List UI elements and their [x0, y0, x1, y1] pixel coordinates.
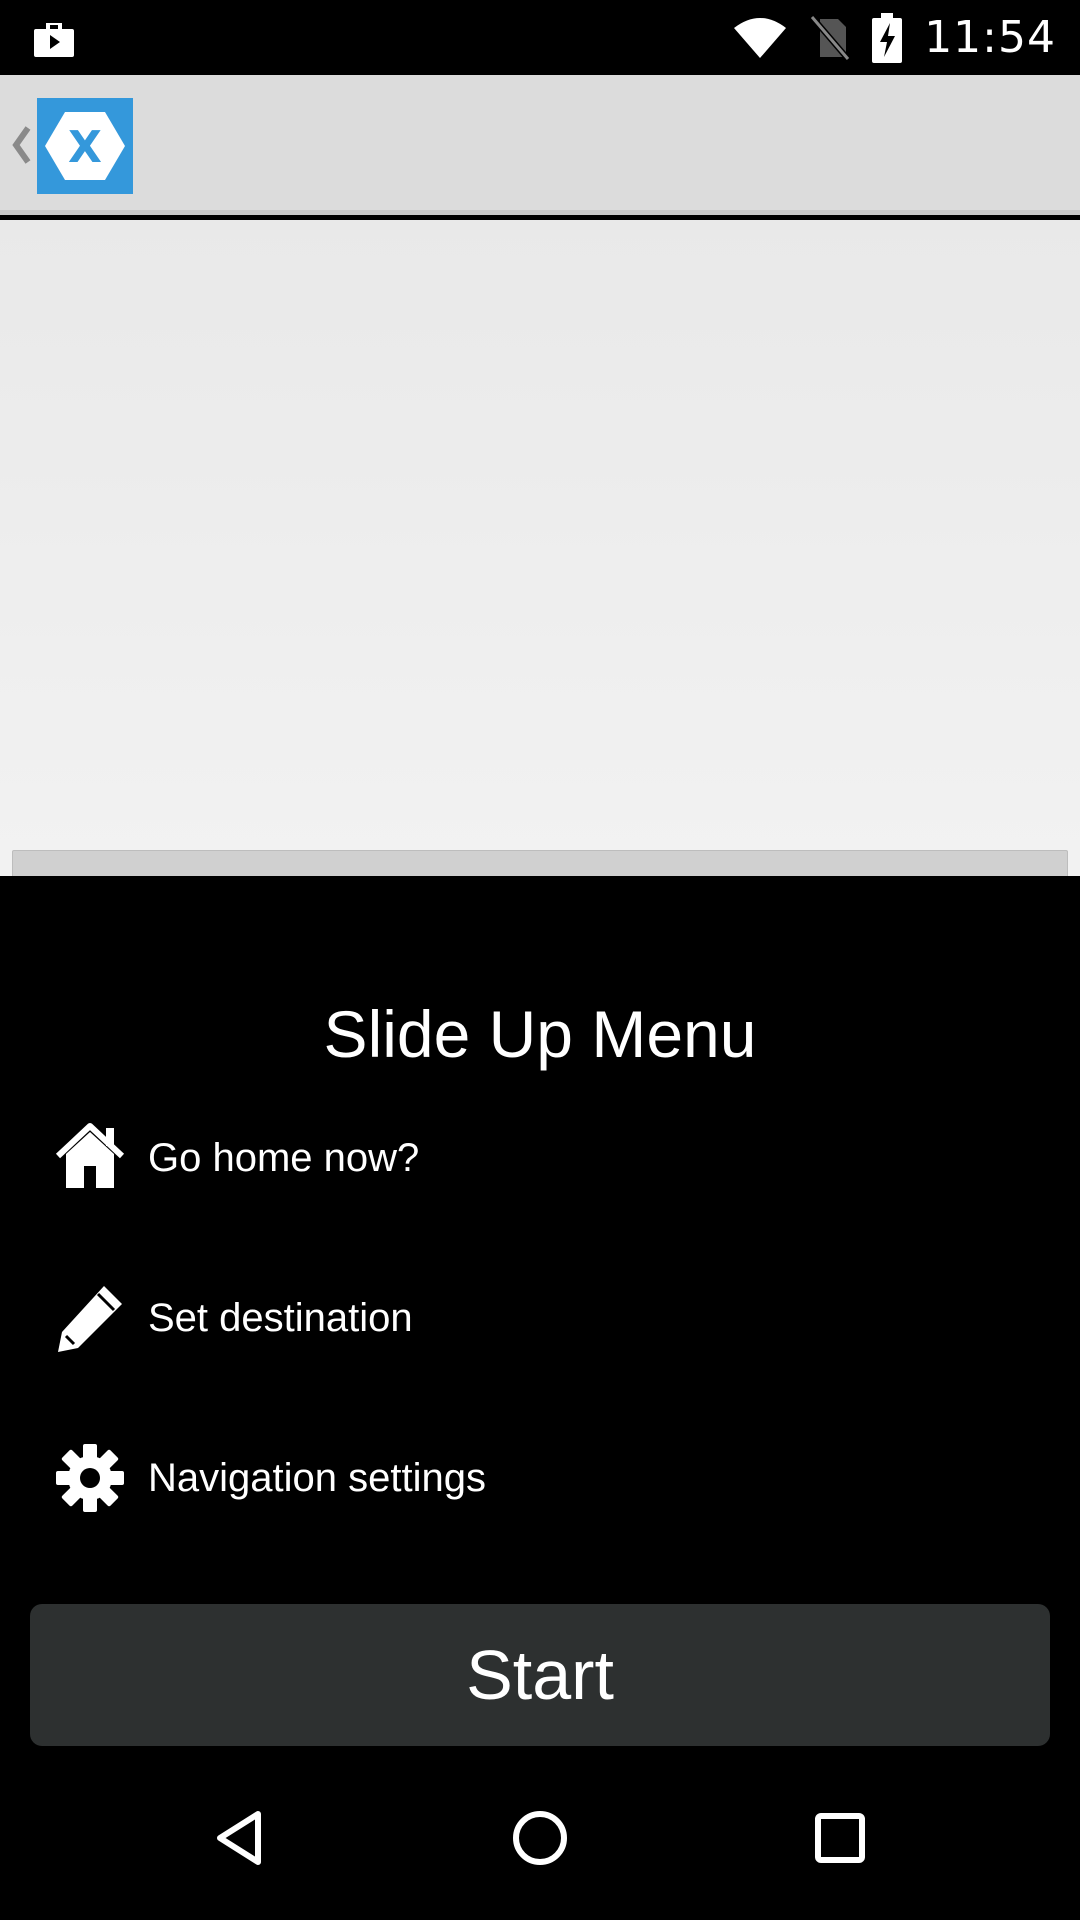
menu-item-label: Go home now? [148, 1135, 420, 1180]
home-circle-icon[interactable] [508, 1806, 572, 1870]
menu-title: Slide Up Menu [323, 997, 757, 1071]
start-button[interactable]: Start [30, 1604, 1050, 1746]
system-nav-bar [0, 1756, 1080, 1920]
slide-handle[interactable] [12, 850, 1068, 876]
pencil-icon [50, 1278, 130, 1358]
chevron-left-icon[interactable] [10, 120, 32, 170]
recents-icon[interactable] [808, 1806, 872, 1870]
slide-up-menu: Slide Up Menu Go home now? Set destinati… [0, 876, 1080, 1756]
action-bar: X [0, 75, 1080, 215]
menu-item-label: Set destination [148, 1295, 413, 1340]
menu-item-navigation-settings[interactable]: Navigation settings [50, 1433, 1030, 1523]
content-area [0, 220, 1080, 876]
back-icon[interactable] [208, 1806, 272, 1870]
menu-item-label: Navigation settings [148, 1455, 486, 1500]
status-time: 11:54 [924, 12, 1056, 63]
battery-charging-icon [872, 12, 903, 63]
gear-icon [50, 1438, 130, 1518]
no-sim-icon [810, 14, 851, 61]
status-bar: 11:54 [0, 0, 1080, 75]
home-icon [50, 1118, 130, 1198]
menu-item-go-home[interactable]: Go home now? [50, 1113, 1030, 1203]
media-app-icon [34, 23, 74, 57]
wifi-icon [732, 16, 788, 60]
menu-item-set-destination[interactable]: Set destination [50, 1273, 1030, 1363]
app-logo[interactable]: X [37, 98, 133, 194]
logo-letter: X [68, 122, 102, 173]
